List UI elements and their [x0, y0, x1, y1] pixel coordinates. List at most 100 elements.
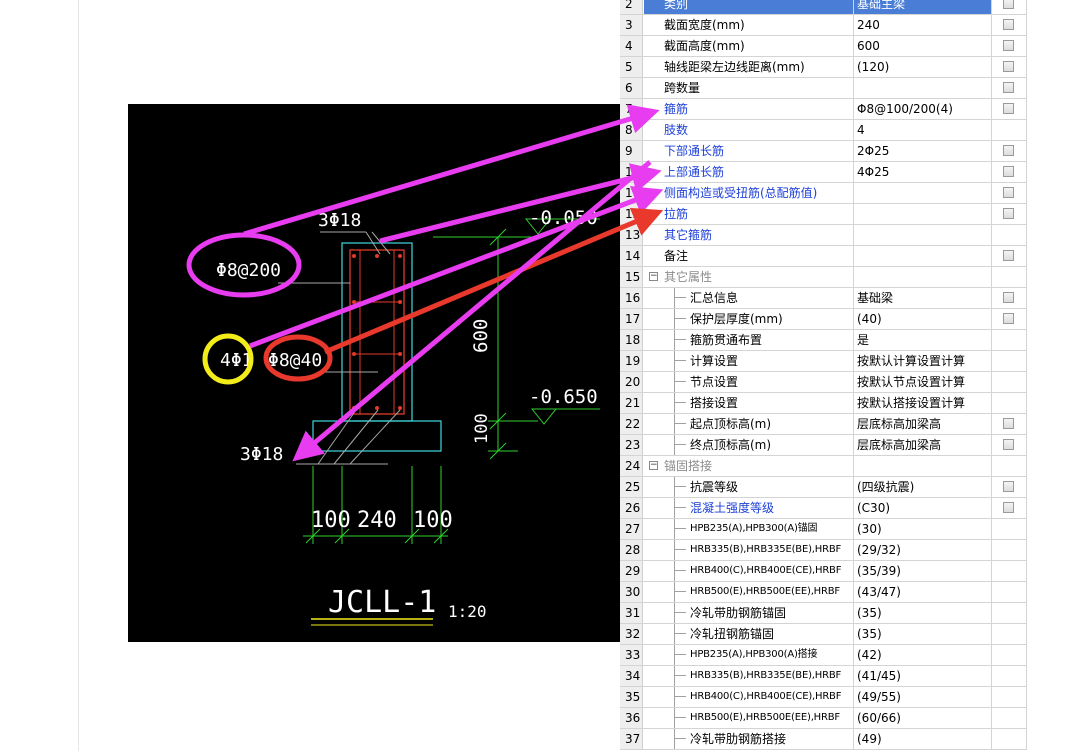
property-value[interactable]	[854, 204, 992, 224]
attach-checkbox[interactable]	[1003, 61, 1014, 72]
attach-checkbox[interactable]	[1003, 481, 1014, 492]
property-row[interactable]: 10 上部通长筋 4Φ25	[620, 162, 1027, 183]
attach-column	[992, 183, 1027, 203]
property-row[interactable]: 31 冷轧带肋钢筋锚固 (35)	[620, 603, 1027, 624]
property-row[interactable]: 8 肢数 4	[620, 120, 1027, 141]
property-value[interactable]	[854, 78, 992, 98]
property-value[interactable]: 是	[854, 330, 992, 350]
property-row[interactable]: 5 轴线距梁左边线距离(mm) (120)	[620, 57, 1027, 78]
property-value[interactable]: 层底标高加梁高	[854, 414, 992, 434]
property-value[interactable]: (60/66)	[854, 708, 992, 728]
attach-checkbox[interactable]	[1003, 292, 1014, 303]
property-value[interactable]: (35)	[854, 603, 992, 623]
property-row[interactable]: 16 汇总信息 基础梁	[620, 288, 1027, 309]
attach-checkbox[interactable]	[1003, 40, 1014, 51]
attach-checkbox[interactable]	[1003, 0, 1014, 9]
property-row[interactable]: 36 HRB500(E),HRB500E(EE),HRBF (60/66)	[620, 708, 1027, 729]
property-value[interactable]: (49)	[854, 729, 992, 749]
property-row[interactable]: 29 HRB400(C),HRB400E(CE),HRBF (35/39)	[620, 561, 1027, 582]
property-value[interactable]: (29/32)	[854, 540, 992, 560]
attach-checkbox[interactable]	[1003, 418, 1014, 429]
property-value[interactable]: (43/47)	[854, 582, 992, 602]
property-value[interactable]: (35/39)	[854, 561, 992, 581]
property-value[interactable]: 2Φ25	[854, 141, 992, 161]
property-value[interactable]: 按默认搭接设置计算	[854, 393, 992, 413]
attach-checkbox[interactable]	[1003, 502, 1014, 513]
property-value[interactable]: 基础梁	[854, 288, 992, 308]
property-value[interactable]: (四级抗震)	[854, 477, 992, 497]
property-row[interactable]: 15− 其它属性	[620, 267, 1027, 288]
property-row[interactable]: 23 终点顶标高(m) 层底标高加梁高	[620, 435, 1027, 456]
property-row[interactable]: 2 类别 基础主梁	[620, 0, 1027, 15]
property-row[interactable]: 28 HRB335(B),HRB335E(BE),HRBF (29/32)	[620, 540, 1027, 561]
property-row[interactable]: 13 其它箍筋	[620, 225, 1027, 246]
property-value[interactable]: 层底标高加梁高	[854, 435, 992, 455]
property-name-text: 截面宽度(mm)	[664, 18, 745, 32]
property-value[interactable]: (120)	[854, 57, 992, 77]
property-row[interactable]: 6 跨数量	[620, 78, 1027, 99]
property-row[interactable]: 19 计算设置 按默认计算设置计算	[620, 351, 1027, 372]
property-value[interactable]	[854, 456, 992, 476]
property-value[interactable]: 240	[854, 15, 992, 35]
attach-checkbox[interactable]	[1003, 208, 1014, 219]
attach-checkbox[interactable]	[1003, 187, 1014, 198]
property-name: 下部通长筋	[644, 141, 854, 161]
property-row[interactable]: 30 HRB500(E),HRB500E(EE),HRBF (43/47)	[620, 582, 1027, 603]
property-row[interactable]: 18 箍筋贯通布置 是	[620, 330, 1027, 351]
property-row[interactable]: 20 节点设置 按默认节点设置计算	[620, 372, 1027, 393]
property-value[interactable]: 按默认计算设置计算	[854, 351, 992, 371]
collapse-toggle-icon[interactable]: −	[649, 272, 658, 281]
attach-checkbox[interactable]	[1003, 19, 1014, 30]
property-row[interactable]: 32 冷轧扭钢筋锚固 (35)	[620, 624, 1027, 645]
attach-column	[992, 288, 1027, 308]
property-row[interactable]: 12 拉筋	[620, 204, 1027, 225]
property-row[interactable]: 26 混凝土强度等级 (C30)	[620, 498, 1027, 519]
attach-checkbox[interactable]	[1003, 166, 1014, 177]
property-value[interactable]: Φ8@100/200(4)	[854, 99, 992, 119]
property-value[interactable]	[854, 267, 992, 287]
property-value[interactable]: (49/55)	[854, 687, 992, 707]
property-value[interactable]: (30)	[854, 519, 992, 539]
property-value[interactable]: (40)	[854, 309, 992, 329]
property-row[interactable]: 34 HRB335(B),HRB335E(BE),HRBF (41/45)	[620, 666, 1027, 687]
property-row[interactable]: 3 截面宽度(mm) 240	[620, 15, 1027, 36]
collapse-toggle-icon[interactable]: −	[649, 461, 658, 470]
property-value[interactable]: (C30)	[854, 498, 992, 518]
property-row[interactable]: 24− 锚固搭接	[620, 456, 1027, 477]
property-row[interactable]: 7 箍筋 Φ8@100/200(4)	[620, 99, 1027, 120]
property-row[interactable]: 25 抗震等级 (四级抗震)	[620, 477, 1027, 498]
property-row[interactable]: 37 冷轧带肋钢筋搭接 (49)	[620, 729, 1027, 750]
tree-connector	[674, 351, 675, 371]
property-row[interactable]: 4 截面高度(mm) 600	[620, 36, 1027, 57]
property-row[interactable]: 14 备注	[620, 246, 1027, 267]
dimension-lines	[303, 218, 600, 544]
property-row[interactable]: 17 保护层厚度(mm) (40)	[620, 309, 1027, 330]
property-value[interactable]: 按默认节点设置计算	[854, 372, 992, 392]
property-row[interactable]: 11 侧面构造或受扭筋(总配筋值)	[620, 183, 1027, 204]
attach-checkbox[interactable]	[1003, 82, 1014, 93]
property-row[interactable]: 9 下部通长筋 2Φ25	[620, 141, 1027, 162]
attach-checkbox[interactable]	[1003, 103, 1014, 114]
attach-checkbox[interactable]	[1003, 250, 1014, 261]
property-name-text: 下部通长筋	[664, 144, 725, 158]
property-value[interactable]	[854, 246, 992, 266]
property-value[interactable]: 600	[854, 36, 992, 56]
property-value[interactable]: 4	[854, 120, 992, 140]
property-row[interactable]: 22 起点顶标高(m) 层底标高加梁高	[620, 414, 1027, 435]
attach-checkbox[interactable]	[1003, 439, 1014, 450]
property-row[interactable]: 35 HRB400(C),HRB400E(CE),HRBF (49/55)	[620, 687, 1027, 708]
property-value[interactable]: (42)	[854, 645, 992, 665]
property-value[interactable]	[854, 183, 992, 203]
attach-column	[992, 225, 1027, 245]
property-value[interactable]: 4Φ25	[854, 162, 992, 182]
property-row[interactable]: 27 HPB235(A),HPB300(A)锚固 (30)	[620, 519, 1027, 540]
property-row[interactable]: 21 搭接设置 按默认搭接设置计算	[620, 393, 1027, 414]
property-name: 冷轧扭钢筋锚固	[644, 624, 854, 644]
attach-checkbox[interactable]	[1003, 313, 1014, 324]
attach-checkbox[interactable]	[1003, 145, 1014, 156]
property-row[interactable]: 33 HPB235(A),HPB300(A)搭接 (42)	[620, 645, 1027, 666]
property-value[interactable]: 基础主梁	[854, 0, 992, 14]
property-value[interactable]: (35)	[854, 624, 992, 644]
property-value[interactable]	[854, 225, 992, 245]
property-value[interactable]: (41/45)	[854, 666, 992, 686]
